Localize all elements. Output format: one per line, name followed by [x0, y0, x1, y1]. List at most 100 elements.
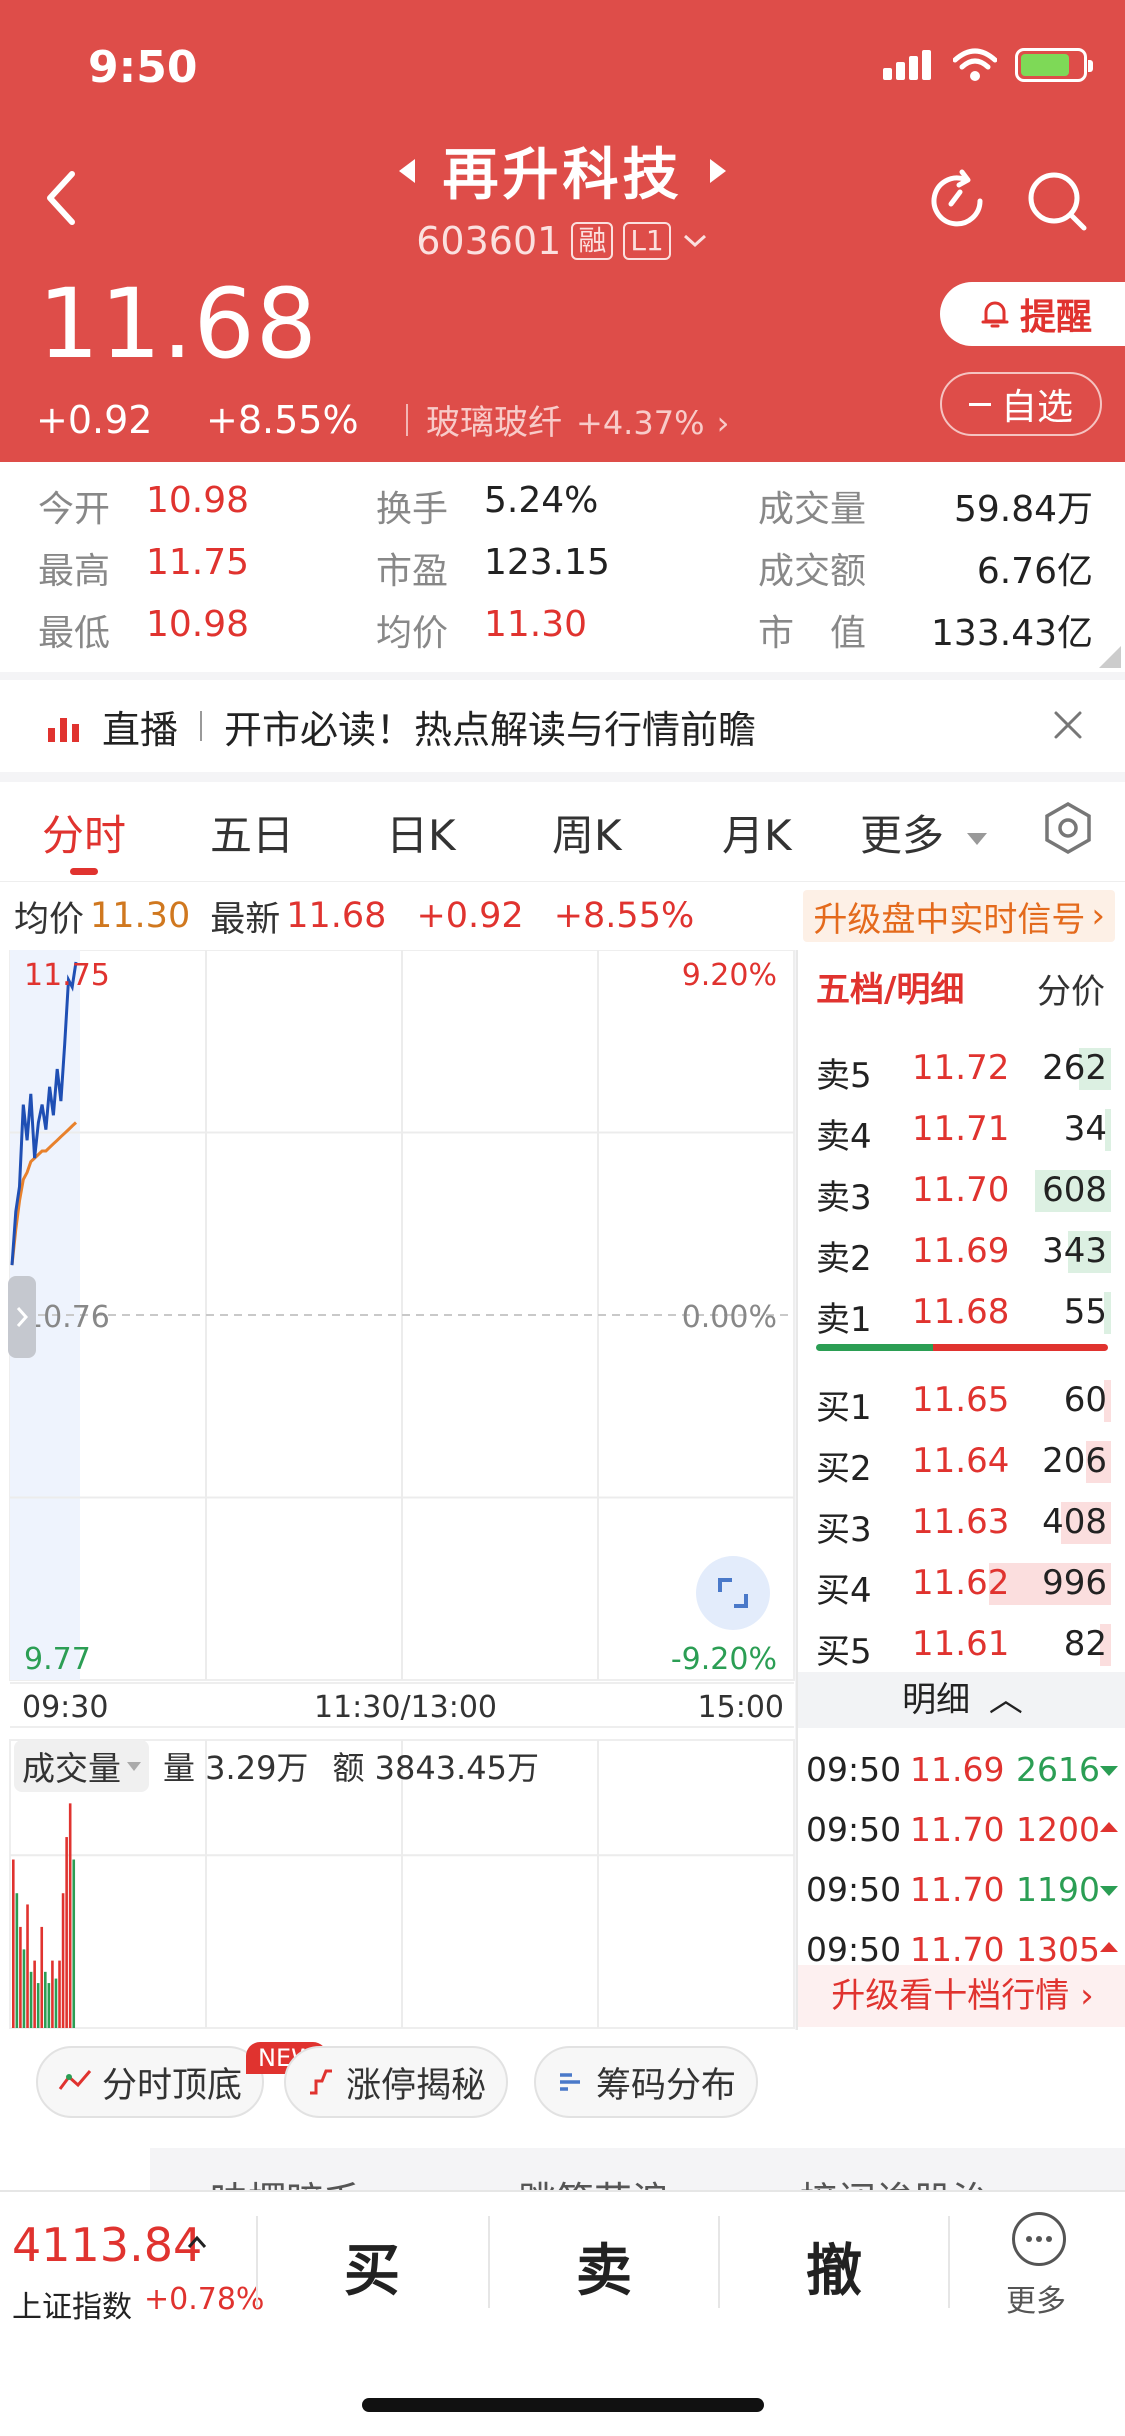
bell-icon — [981, 301, 1009, 328]
settings-hexagon-icon[interactable] — [1040, 800, 1096, 856]
chip-distribution-chip[interactable]: 筹码分布 — [534, 2046, 759, 2118]
chevron-down-icon[interactable] — [681, 231, 709, 251]
cancel-order-button[interactable]: 撤 — [806, 2226, 862, 2307]
stat-volume: 成交量 59.84万 — [758, 489, 1093, 530]
volume-bar — [58, 1960, 61, 2028]
stock-code-row[interactable]: 603601 融 L1 — [360, 219, 765, 263]
bid-level[interactable]: 买5 11.61 82 — [798, 1616, 1125, 1672]
sector-link[interactable]: 玻璃玻纤 +4.37% › — [426, 395, 729, 444]
arrow-up-icon — [1100, 1942, 1118, 1952]
change-percent: +8.55% — [206, 397, 359, 442]
upgrade-signal-button[interactable]: 升级盘中实时信号 › — [803, 890, 1115, 942]
search-icon[interactable] — [1024, 168, 1090, 234]
bid-level-label: 买4 — [816, 1571, 872, 1611]
time-end: 15:00 — [697, 1690, 784, 1725]
volume-indicator-dropdown[interactable]: 成交量 — [14, 1740, 149, 1792]
refresh-icon[interactable] — [924, 168, 990, 234]
ask-level-label: 卖3 — [816, 1178, 872, 1218]
tab-weekly-k[interactable]: 周K — [552, 802, 622, 863]
next-stock-arrow-icon[interactable] — [709, 158, 726, 183]
time-mid: 11:30/13:00 — [314, 1690, 498, 1725]
more-dots-icon[interactable] — [1012, 2212, 1066, 2266]
volume-bar — [15, 1893, 19, 2028]
chart-svg — [9, 950, 795, 2029]
bid-level[interactable]: 买2 11.64 206 — [798, 1433, 1125, 1489]
buy-button[interactable]: 买 — [344, 2226, 400, 2307]
arrow-up-icon — [1100, 1822, 1118, 1832]
bid-level-price: 11.62 — [912, 1563, 1010, 1603]
tab-five-day[interactable]: 五日 — [210, 802, 294, 863]
stat-avg: 均价 11.30 — [376, 604, 588, 654]
ask-level[interactable]: 卖4 11.71 34 — [798, 1101, 1125, 1157]
bid-level[interactable]: 买4 11.62 996 — [798, 1555, 1125, 1611]
ask-level-price: 11.71 — [912, 1109, 1010, 1149]
volume-bar — [40, 1926, 44, 2028]
index-value: 4113.84 — [12, 2218, 203, 2272]
order-book-tab[interactable]: 五档/明细 — [816, 962, 964, 1011]
ask-level-label: 卖2 — [816, 1239, 872, 1279]
remind-label: 提醒 — [1019, 297, 1092, 338]
tab-indicator — [70, 868, 98, 875]
more-label[interactable]: 更多 — [1006, 2276, 1066, 2320]
close-icon[interactable] — [1051, 708, 1085, 742]
clipped-tab[interactable]: 接闭诶股治 — [800, 2170, 990, 2190]
stat-pe: 市盈 123.15 — [376, 542, 610, 592]
ask-level-vol: 608 — [1042, 1170, 1107, 1210]
fullscreen-button[interactable] — [696, 1556, 770, 1630]
ask-level-price: 11.72 — [912, 1048, 1010, 1088]
stat-open: 今开 10.98 — [38, 480, 250, 530]
clipped-tab[interactable]: 跳筒花浪 — [518, 2170, 670, 2190]
detail-header[interactable]: 明细 ︿ — [798, 1672, 1125, 1728]
ask-level[interactable]: 卖2 11.69 343 — [798, 1223, 1125, 1279]
intraday-top-bottom-chip[interactable]: 分时顶底 NEW — [36, 2042, 327, 2118]
summary-avg-label: 均价 — [14, 899, 85, 940]
bid-level-vol: 996 — [1042, 1563, 1107, 1603]
time-start: 09:30 — [22, 1690, 109, 1725]
tick-time: 09:50 — [806, 1930, 902, 1969]
clipped-tab[interactable]: 味摆暗毛 — [210, 2170, 362, 2190]
price-distribution-tab[interactable]: 分价 — [1037, 964, 1105, 1013]
level-tag: L1 — [623, 222, 671, 260]
ask-level[interactable]: 卖3 11.70 608 — [798, 1162, 1125, 1218]
intraday-chart[interactable]: 11.75 10.76 9.77 9.20% 0.00% -9.20% 09:3… — [0, 950, 795, 2030]
order-book: 五档/明细 分价 卖5 11.72 262 卖4 11.71 34 卖3 11.70 608 卖2… — [796, 950, 1125, 2030]
side-collapse-handle[interactable] — [8, 1276, 36, 1358]
expand-corner-icon[interactable] — [1099, 646, 1121, 668]
tick-price: 11.70 — [910, 1930, 1005, 1969]
volume-indicator-label: 成交量 — [22, 1749, 121, 1788]
ask-level[interactable]: 卖1 11.68 55 — [798, 1284, 1125, 1340]
tab-daily-k[interactable]: 日K — [386, 802, 456, 863]
tab-intraday[interactable]: 分时 — [42, 802, 126, 863]
y-label-mid: 10.76 — [24, 1300, 110, 1335]
stat-low: 最低 10.98 — [38, 604, 250, 654]
live-banner[interactable]: 直播 开市必读！热点解读与行情前瞻 — [0, 680, 1125, 772]
back-arrow-icon[interactable] — [38, 168, 88, 228]
prev-stock-arrow-icon[interactable] — [399, 158, 416, 183]
ask-level[interactable]: 卖5 11.72 262 — [798, 1040, 1125, 1096]
tab-more[interactable]: 更多 — [860, 802, 988, 863]
bid-level[interactable]: 买3 11.63 408 — [798, 1494, 1125, 1550]
limit-up-chip[interactable]: 涨停揭秘 — [284, 2046, 509, 2118]
bid-level[interactable]: 买1 11.65 60 — [798, 1372, 1125, 1428]
bid-level-price: 11.65 — [912, 1380, 1010, 1420]
remind-button[interactable]: 提醒 — [940, 282, 1125, 346]
bid-level-label: 买1 — [816, 1388, 872, 1428]
minus-icon — [968, 402, 991, 406]
remove-watchlist-button[interactable]: 自选 — [940, 372, 1102, 436]
index-change: +0.78% — [144, 2282, 265, 2317]
y-label-low: 9.77 — [24, 1642, 91, 1677]
volume-bar — [33, 1960, 36, 2028]
bid-level-price: 11.63 — [912, 1502, 1010, 1542]
tab-monthly-k[interactable]: 月K — [722, 802, 792, 863]
ask-level-vol: 55 — [1063, 1292, 1107, 1332]
bid-level-vol: 408 — [1042, 1502, 1107, 1542]
change-row: +0.92 +8.55% 玻璃玻纤 +4.37% › — [36, 395, 729, 444]
divider — [406, 403, 408, 436]
sell-button[interactable]: 卖 — [576, 2226, 632, 2307]
trade-tick-row: 09:50 11.70 1200 — [806, 1800, 1125, 1858]
volume-text: 量 3.29万 — [163, 1749, 309, 1787]
tick-price: 11.70 — [910, 1810, 1005, 1849]
battery-icon — [1015, 48, 1093, 82]
upgrade-ten-level-button[interactable]: 升级看十档行情 › — [798, 1965, 1125, 2027]
bid-level-price: 11.61 — [912, 1624, 1010, 1664]
